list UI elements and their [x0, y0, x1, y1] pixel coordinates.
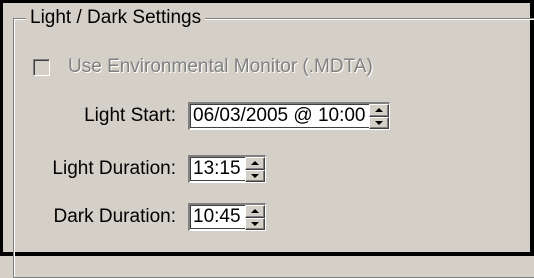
dark-duration-down-button[interactable]: [244, 217, 265, 230]
light-start-up-button[interactable]: [369, 104, 390, 117]
light-duration-down-button[interactable]: [244, 169, 265, 182]
dark-duration-label: Dark Duration:: [53, 206, 177, 227]
light-duration-label: Light Duration:: [52, 158, 176, 179]
chevron-up-icon: [375, 108, 384, 113]
chevron-down-icon: [375, 120, 384, 125]
use-environmental-monitor-label: Use Environmental Monitor (.MDTA): [68, 56, 373, 77]
light-duration-spinner[interactable]: 13:15: [188, 155, 266, 183]
dark-duration-up-button[interactable]: [244, 205, 265, 218]
light-duration-row: Light Duration: 13:15: [20, 155, 266, 183]
light-start-value[interactable]: 06/03/2005 @ 10:00: [190, 104, 370, 129]
dark-duration-value[interactable]: 10:45: [190, 205, 245, 230]
dark-duration-row: Dark Duration: 10:45: [20, 203, 266, 231]
use-environmental-monitor-row: Use Environmental Monitor (.MDTA): [33, 56, 373, 78]
light-start-down-button[interactable]: [369, 116, 390, 129]
chevron-down-icon: [250, 173, 259, 178]
dark-duration-spinner[interactable]: 10:45: [188, 203, 266, 231]
light-start-label: Light Start:: [84, 105, 176, 126]
chevron-down-icon: [250, 221, 259, 226]
use-environmental-monitor-checkbox[interactable]: [33, 58, 50, 76]
dark-duration-spin-buttons: [244, 205, 265, 230]
chevron-up-icon: [250, 161, 259, 166]
light-duration-spin-buttons: [244, 157, 265, 182]
light-start-spin-buttons: [369, 104, 390, 129]
light-start-spinner[interactable]: 06/03/2005 @ 10:00: [188, 102, 391, 130]
light-duration-up-button[interactable]: [244, 157, 265, 170]
group-title: Light / Dark Settings: [26, 6, 206, 30]
light-duration-value[interactable]: 13:15: [190, 157, 245, 182]
light-start-row: Light Start: 06/03/2005 @ 10:00: [20, 102, 391, 130]
chevron-up-icon: [250, 209, 259, 214]
